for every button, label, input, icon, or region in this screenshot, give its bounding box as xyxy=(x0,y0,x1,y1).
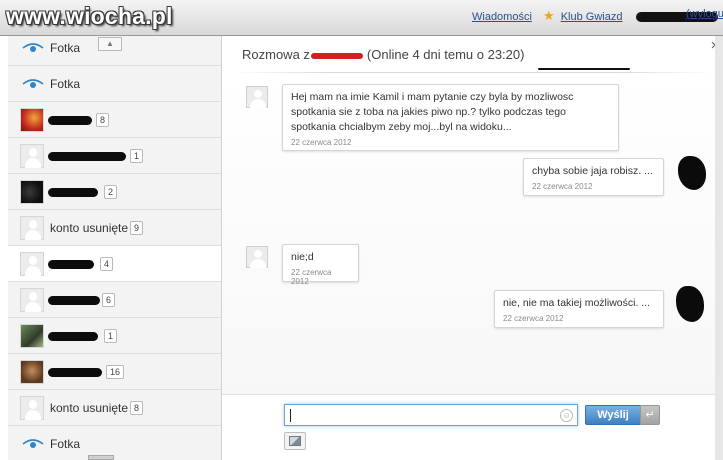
scroll-up-arrow-icon[interactable]: ▲ xyxy=(98,37,122,51)
message-bubble-incoming: nie;d 22 czerwca 2012 xyxy=(282,244,359,286)
contact-item[interactable]: konto usunięte 8 xyxy=(8,390,221,426)
top-nav: Wiadomości ★ Klub Gwiazd xyxy=(472,8,722,24)
avatar xyxy=(20,108,44,132)
star-club-link[interactable]: Klub Gwiazd xyxy=(561,11,623,23)
redacted-underline xyxy=(538,68,630,70)
site-logo[interactable]: www.wiocha.pl xyxy=(6,3,173,30)
contact-item[interactable]: 2 xyxy=(8,174,221,210)
avatar xyxy=(20,144,44,168)
composer-divider xyxy=(222,394,715,395)
logout-link[interactable]: (wylogu xyxy=(686,8,723,20)
message-count-badge: 4 xyxy=(100,257,114,271)
sender-avatar xyxy=(246,86,268,108)
redacted-avatar xyxy=(676,286,704,322)
contact-name: konto usunięte xyxy=(50,221,129,235)
message-bubble-outgoing: chyba sobie jaja robisz. ... 22 czerwca … xyxy=(523,158,664,196)
message-input[interactable]: ☺ xyxy=(284,404,578,426)
chat-online-status: (Online 4 dni temu o 23:20) xyxy=(366,47,525,62)
page-edge xyxy=(715,36,723,460)
message-bubble-incoming: Hej mam na imie Kamil i mam pytanie czy … xyxy=(282,84,619,151)
redacted-name xyxy=(48,368,102,377)
header-divider xyxy=(234,72,714,73)
message-text: Hej mam na imie Kamil i mam pytanie czy … xyxy=(291,91,574,133)
message-count-badge: 1 xyxy=(130,149,144,163)
contact-item[interactable]: 16 xyxy=(8,354,221,390)
sender-avatar xyxy=(246,246,268,268)
chat-header: Rozmowa z (Online 4 dni temu o 23:20) xyxy=(242,47,524,62)
message-date: 22 czerwca 2012 xyxy=(291,268,332,286)
contact-item-active[interactable]: 4 xyxy=(8,246,221,282)
contact-item[interactable]: 8 xyxy=(8,102,221,138)
contact-name: Fotka xyxy=(50,41,81,55)
avatar xyxy=(20,360,44,384)
contact-item[interactable]: konto usunięte 9 xyxy=(8,210,221,246)
redacted-name xyxy=(48,296,100,305)
contact-item[interactable]: Fotka xyxy=(8,426,221,460)
redacted-name xyxy=(48,332,98,341)
message-text: chyba sobie jaja robisz. ... xyxy=(532,165,653,177)
message-text: nie;d xyxy=(291,251,314,263)
message-count-badge: 9 xyxy=(130,221,144,235)
redacted-name xyxy=(48,116,92,125)
top-bar: www.wiocha.pl Wiadomości ★ Klub Gwiazd (… xyxy=(0,0,723,36)
redacted-avatar xyxy=(678,156,706,190)
redacted-name xyxy=(48,152,126,161)
avatar xyxy=(20,324,44,348)
redacted-name xyxy=(48,188,98,197)
contact-item[interactable]: 6 xyxy=(8,282,221,318)
star-icon: ★ xyxy=(542,8,555,23)
attach-image-button[interactable] xyxy=(284,432,306,450)
image-icon xyxy=(289,436,301,446)
message-count-badge: 6 xyxy=(102,293,116,307)
message-count-badge: 2 xyxy=(104,185,118,199)
avatar xyxy=(20,180,44,204)
eye-icon xyxy=(22,439,44,448)
message-count-badge: 16 xyxy=(106,365,125,379)
message-bubble-outgoing: nie, nie ma takiej możliwości. ... 22 cz… xyxy=(494,290,664,328)
message-text: nie, nie ma takiej możliwości. ... xyxy=(503,297,651,309)
messages-link[interactable]: Wiadomości xyxy=(472,11,532,23)
smiley-icon[interactable]: ☺ xyxy=(560,409,573,422)
avatar xyxy=(20,396,44,420)
message-count-badge: 8 xyxy=(130,401,144,415)
contact-name: Fotka xyxy=(50,77,81,91)
message-count-badge: 8 xyxy=(96,113,110,127)
avatar xyxy=(20,288,44,312)
message-thread: Hej mam na imie Kamil i mam pytanie czy … xyxy=(222,74,715,394)
contact-item[interactable]: 1 xyxy=(8,138,221,174)
text-caret xyxy=(290,409,291,422)
redacted-username xyxy=(310,52,363,59)
send-button[interactable]: Wyślij xyxy=(585,405,641,425)
chat-header-prefix: Rozmowa z xyxy=(242,47,310,62)
contact-item[interactable]: Fotka xyxy=(8,66,221,102)
redacted-name xyxy=(48,260,94,269)
scrollbar-handle[interactable] xyxy=(88,455,114,460)
message-date: 22 czerwca 2012 xyxy=(503,314,564,323)
avatar xyxy=(20,216,44,240)
chat-panel: Rozmowa z (Online 4 dni temu o 23:20) Hej… xyxy=(222,36,715,460)
conversation-list: ▲ Fotka Fotka 8 1 2 konto usunięte 9 4 6 xyxy=(8,36,222,460)
eye-icon xyxy=(22,79,44,88)
message-date: 22 czerwca 2012 xyxy=(291,138,352,147)
message-date: 22 czerwca 2012 xyxy=(532,182,593,191)
contact-name: Fotka xyxy=(50,437,81,451)
contact-name: konto usunięte xyxy=(50,401,129,415)
contact-item[interactable]: 1 xyxy=(8,318,221,354)
enter-to-send-icon[interactable]: ↵ xyxy=(640,405,660,425)
avatar xyxy=(20,252,44,276)
message-count-badge: 1 xyxy=(104,329,118,343)
eye-icon xyxy=(22,43,44,52)
